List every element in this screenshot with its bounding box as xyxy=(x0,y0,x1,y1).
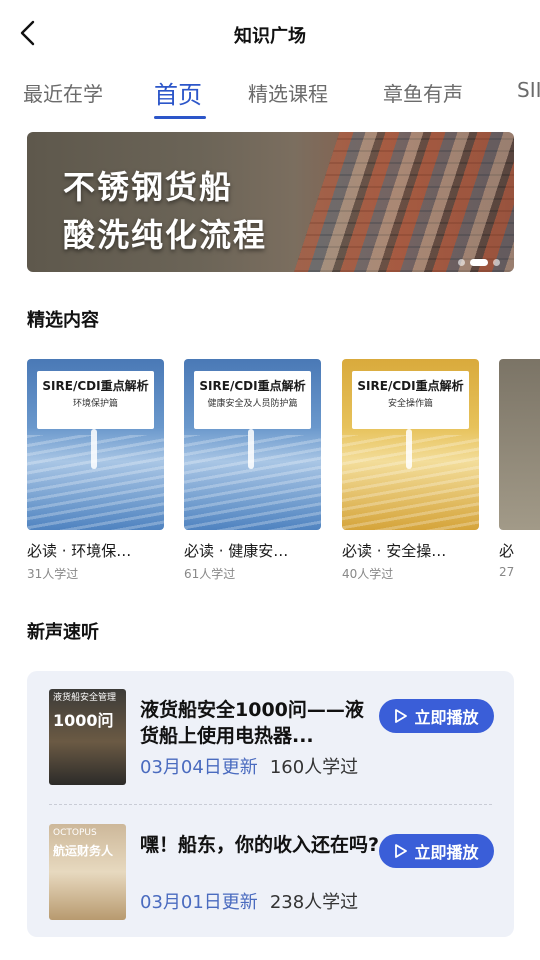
tab-courses[interactable]: 精选课程 xyxy=(248,78,328,107)
audio-thumbnail: OCTOPUS 航运财务人 xyxy=(49,824,126,920)
audio-title: 液货船安全1000问——液货船上使用电热器... xyxy=(140,699,364,747)
card-cover: SIRE/CDI重点解析 健康安全及人员防护篇 xyxy=(184,359,321,530)
ship-graphic xyxy=(91,429,97,469)
featured-card[interactable]: SIRE/CDI重点解析 安全操作篇 必读 · 安全操… 40人学过 xyxy=(342,359,479,582)
cover-label: SIRE/CDI重点解析 健康安全及人员防护篇 xyxy=(194,371,311,429)
promo-banner[interactable]: 不锈钢货船 酸洗纯化流程 xyxy=(27,132,514,272)
banner-title-line2: 酸洗纯化流程 xyxy=(63,216,268,254)
tab-home[interactable]: 首页 xyxy=(154,75,202,110)
top-bar: 知识广场 xyxy=(0,0,540,66)
audio-title: 嘿！船东，你的收入还在吗? xyxy=(140,834,380,856)
learner-count: 238人学过 xyxy=(269,892,359,913)
ship-graphic xyxy=(406,429,412,469)
carousel-dot xyxy=(493,259,500,266)
thumb-headline: 航运财务人 xyxy=(53,844,114,858)
tab-audio[interactable]: 章鱼有声 xyxy=(383,78,463,107)
ship-graphic xyxy=(248,429,254,469)
featured-card[interactable]: 必 27 xyxy=(499,359,540,579)
card-cover: SIRE/CDI重点解析 环境保护篇 xyxy=(27,359,164,530)
audio-meta: 03月01日更新 238人学过 xyxy=(140,888,358,914)
tab-sii[interactable]: SII xyxy=(517,78,540,102)
update-date: 03月01日更新 xyxy=(140,892,258,913)
card-cover xyxy=(499,359,540,530)
divider xyxy=(49,804,492,805)
play-button-label: 立即播放 xyxy=(414,708,479,727)
featured-card[interactable]: SIRE/CDI重点解析 环境保护篇 必读 · 环境保… 31人学过 xyxy=(27,359,164,582)
thumb-label: 液货船安全管理 xyxy=(53,693,117,703)
learner-count: 160人学过 xyxy=(269,757,359,778)
card-title: 必读 · 健康安… xyxy=(184,542,289,560)
update-date: 03月04日更新 xyxy=(140,757,258,778)
carousel-dot xyxy=(458,259,465,266)
tab-bar: 最近在学 首页 精选课程 章鱼有声 SII xyxy=(0,72,540,122)
cover-label: SIRE/CDI重点解析 安全操作篇 xyxy=(352,371,469,429)
audio-section-title: 新声速听 xyxy=(27,622,99,643)
cover-subtitle: 环境保护篇 xyxy=(72,399,118,409)
thumb-headline: 1000问 xyxy=(53,711,114,730)
featured-section-title: 精选内容 xyxy=(27,310,99,331)
card-title: 必读 · 安全操… xyxy=(342,542,447,560)
audio-meta: 03月04日更新 160人学过 xyxy=(140,753,358,779)
card-learner-count: 61人学过 xyxy=(184,567,236,581)
featured-list: SIRE/CDI重点解析 环境保护篇 必读 · 环境保… 31人学过 SIRE/… xyxy=(27,359,540,589)
play-button-label: 立即播放 xyxy=(414,843,479,862)
banner-title-line1: 不锈钢货船 xyxy=(63,168,234,206)
cover-title: SIRE/CDI重点解析 xyxy=(357,379,464,393)
cover-subtitle: 安全操作篇 xyxy=(387,399,433,409)
cover-title: SIRE/CDI重点解析 xyxy=(199,379,306,393)
cover-subtitle: 健康安全及人员防护篇 xyxy=(207,399,298,409)
page-title: 知识广场 xyxy=(234,26,306,47)
card-learner-count: 40人学过 xyxy=(342,567,394,581)
tab-recent[interactable]: 最近在学 xyxy=(23,78,103,107)
carousel-dot-active xyxy=(470,259,488,266)
cover-title: SIRE/CDI重点解析 xyxy=(42,379,149,393)
card-learner-count: 27 xyxy=(499,565,515,579)
carousel-indicator xyxy=(458,259,500,266)
card-cover: SIRE/CDI重点解析 安全操作篇 xyxy=(342,359,479,530)
card-title: 必 xyxy=(499,542,515,560)
thumb-label: OCTOPUS xyxy=(53,828,97,838)
audio-panel: 液货船安全管理 1000问 液货船安全1000问——液货船上使用电热器... 0… xyxy=(27,671,514,937)
active-tab-indicator xyxy=(154,116,206,119)
play-now-button[interactable]: 立即播放 xyxy=(379,699,494,733)
card-learner-count: 31人学过 xyxy=(27,567,79,581)
play-icon xyxy=(395,844,408,858)
banner-image xyxy=(294,132,514,272)
audio-item[interactable]: OCTOPUS 航运财务人 嘿！船东，你的收入还在吗? 03月01日更新 238人… xyxy=(27,816,514,926)
play-icon xyxy=(395,709,408,723)
audio-thumbnail: 液货船安全管理 1000问 xyxy=(49,689,126,785)
cover-label: SIRE/CDI重点解析 环境保护篇 xyxy=(37,371,154,429)
card-title: 必读 · 环境保… xyxy=(27,542,132,560)
featured-card[interactable]: SIRE/CDI重点解析 健康安全及人员防护篇 必读 · 健康安… 61人学过 xyxy=(184,359,321,582)
audio-item[interactable]: 液货船安全管理 1000问 液货船安全1000问——液货船上使用电热器... 0… xyxy=(27,681,514,791)
play-now-button[interactable]: 立即播放 xyxy=(379,834,494,868)
